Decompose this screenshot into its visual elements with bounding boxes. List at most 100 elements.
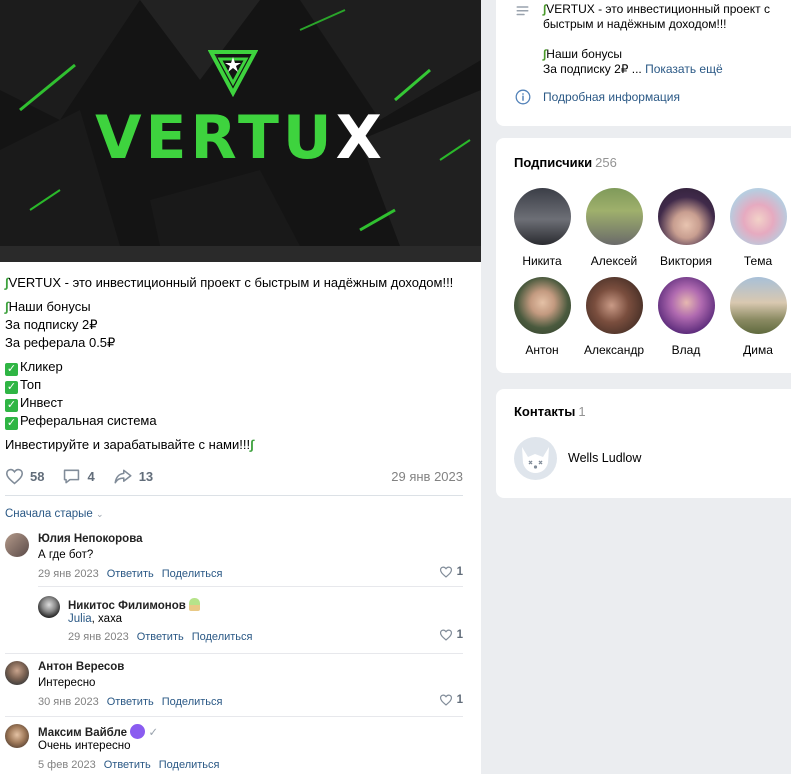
- share-button[interactable]: 13: [113, 468, 153, 485]
- reply-button[interactable]: Ответить: [104, 759, 151, 771]
- avatar: [729, 277, 787, 334]
- post-cta: Инвестируйте и зарабатывайте с нами!!!∫: [5, 437, 254, 452]
- subscriber-item[interactable]: Антон: [506, 277, 578, 357]
- details-link[interactable]: Подробная информация: [543, 90, 680, 104]
- comment-divider: [5, 716, 463, 717]
- reply-button[interactable]: Ответить: [107, 696, 154, 708]
- vertux-logo-icon: [208, 50, 258, 97]
- show-more-link[interactable]: Показать ещё: [645, 62, 723, 76]
- post-divider: [5, 495, 463, 496]
- avatar[interactable]: [5, 533, 29, 557]
- comment-button[interactable]: 4: [62, 468, 95, 485]
- avatar[interactable]: [5, 661, 29, 685]
- lizard-emoji-icon: ∫: [250, 437, 254, 452]
- subscriber-item[interactable]: Алексей: [578, 188, 650, 268]
- post-banner-image[interactable]: VERTUX: [0, 0, 481, 262]
- comment-author[interactable]: Юлия Непокорова: [38, 533, 143, 545]
- share-comment-button[interactable]: Поделиться: [159, 759, 220, 771]
- comment-item: Антон Вересов Интересно 30 янв 2023 Ответ…: [5, 661, 463, 711]
- post-card: VERTUX ∫VERTUX - это инвестиционный прое…: [0, 0, 481, 774]
- check-icon: ✓: [5, 363, 18, 376]
- comment-author[interactable]: Максим Вайбле ✓: [38, 724, 158, 739]
- comment-like-button[interactable]: 1: [439, 694, 463, 706]
- check-icon: ✓: [5, 399, 18, 412]
- subscriber-item[interactable]: Дима: [722, 277, 791, 357]
- comment-like-button[interactable]: 1: [439, 566, 463, 578]
- subscribers-card: Подписчики 256 Никита Алексей Виктория Те…: [496, 138, 791, 373]
- contacts-card: Контакты 1 Wells Ludlow: [496, 389, 791, 498]
- comment-text: Очень интересно: [38, 740, 131, 752]
- comment-meta: 29 янв 2023 Ответить Поделиться: [38, 568, 222, 580]
- avatar[interactable]: [514, 437, 557, 480]
- post-features: ✓ Кликер ✓ Топ ✓ Инвест ✓ Реферальная систем…: [5, 359, 157, 430]
- banner-bottom-strip: [0, 246, 481, 262]
- heart-icon: [5, 468, 24, 484]
- info-icon: [515, 89, 531, 105]
- reply-button[interactable]: Ответить: [107, 568, 154, 580]
- chevron-down-icon: ⌄: [96, 509, 104, 519]
- verified-check-icon: ✓: [148, 727, 159, 739]
- avatar: [657, 277, 715, 334]
- avatar: [657, 188, 715, 245]
- avatar: [729, 188, 787, 245]
- community-description: ∫VERTUX - это инвестиционный проект с бы…: [543, 2, 770, 76]
- subscriber-item[interactable]: Александр: [578, 277, 650, 357]
- comment-icon: [64, 469, 80, 483]
- contacts-title[interactable]: Контакты 1: [514, 404, 586, 419]
- heart-icon: [439, 694, 452, 706]
- comment-date[interactable]: 30 янв 2023: [38, 696, 99, 708]
- comment-divider: [5, 653, 463, 654]
- subscribers-title[interactable]: Подписчики 256: [514, 155, 617, 170]
- subscriber-item[interactable]: Виктория: [650, 188, 722, 268]
- subscriber-item[interactable]: Влад: [650, 277, 722, 357]
- reply-button[interactable]: Ответить: [137, 631, 184, 643]
- mention-link[interactable]: Julia: [68, 613, 92, 625]
- subscriber-item[interactable]: Никита: [506, 188, 578, 268]
- post-text: ∫VERTUX - это инвестиционный проект с бы…: [5, 274, 475, 460]
- comment-text: Julia, хаха: [68, 613, 123, 625]
- comment-reply-item: Никитос Филимонов Julia, хаха 29 янв 202…: [38, 596, 463, 646]
- share-comment-button[interactable]: Поделиться: [162, 568, 223, 580]
- purple-badge-icon: [130, 724, 146, 739]
- comment-item: Максим Вайбле ✓ Очень интересно 5 фев 20…: [5, 724, 463, 774]
- comment-author[interactable]: Никитос Филимонов: [68, 598, 201, 612]
- share-comment-button[interactable]: Поделиться: [192, 631, 253, 643]
- comment-meta: 5 фев 2023 Ответить Поделиться: [38, 759, 220, 771]
- avatar: [585, 277, 643, 334]
- post-date[interactable]: 29 янв 2023: [391, 469, 463, 484]
- comment-author[interactable]: Антон Вересов: [38, 661, 124, 673]
- comment-like-button[interactable]: 1: [439, 629, 463, 641]
- share-comment-button[interactable]: Поделиться: [162, 696, 223, 708]
- avatar[interactable]: [5, 724, 29, 748]
- banner-logo-text: VERTUX: [95, 103, 386, 173]
- comment-item: Юлия Непокорова А где бот? 29 янв 2023 От…: [5, 533, 463, 583]
- post-intro: ∫VERTUX - это инвестиционный проект с бы…: [5, 275, 454, 290]
- comments-sort-toggle[interactable]: Сначала старые ⌄: [5, 508, 104, 520]
- comment-date[interactable]: 29 янв 2023: [38, 568, 99, 580]
- post-actions: 58 4 13 29 янв 2023: [5, 465, 463, 487]
- avatar: [513, 188, 571, 245]
- heart-icon: [439, 629, 452, 641]
- community-info-card: ∫VERTUX - это инвестиционный проект с бы…: [496, 0, 791, 126]
- comment-text: А где бот?: [38, 549, 94, 561]
- cupcake-emoji-icon: [189, 598, 201, 611]
- comment-meta: 30 янв 2023 Ответить Поделиться: [38, 696, 222, 708]
- share-icon: [114, 469, 132, 483]
- check-icon: ✓: [5, 417, 18, 430]
- comment-divider: [38, 586, 463, 587]
- comment-text: Интересно: [38, 677, 96, 689]
- deactivated-dog-icon: [522, 447, 549, 473]
- comment-date[interactable]: 29 янв 2023: [68, 631, 129, 643]
- check-icon: ✓: [5, 381, 18, 394]
- avatar[interactable]: [38, 596, 60, 618]
- post-bonuses: ∫Наши бонусы За подписку 2₽ За реферала …: [5, 299, 116, 350]
- contact-name[interactable]: Wells Ludlow: [568, 451, 641, 465]
- heart-icon: [439, 566, 452, 578]
- avatar: [513, 277, 571, 334]
- comment-date[interactable]: 5 фев 2023: [38, 759, 96, 771]
- comment-meta: 29 янв 2023 Ответить Поделиться: [68, 631, 252, 643]
- avatar: [585, 188, 643, 245]
- description-lines-icon: [516, 6, 529, 16]
- like-button[interactable]: 58: [5, 468, 44, 485]
- subscriber-item[interactable]: Тема: [722, 188, 791, 268]
